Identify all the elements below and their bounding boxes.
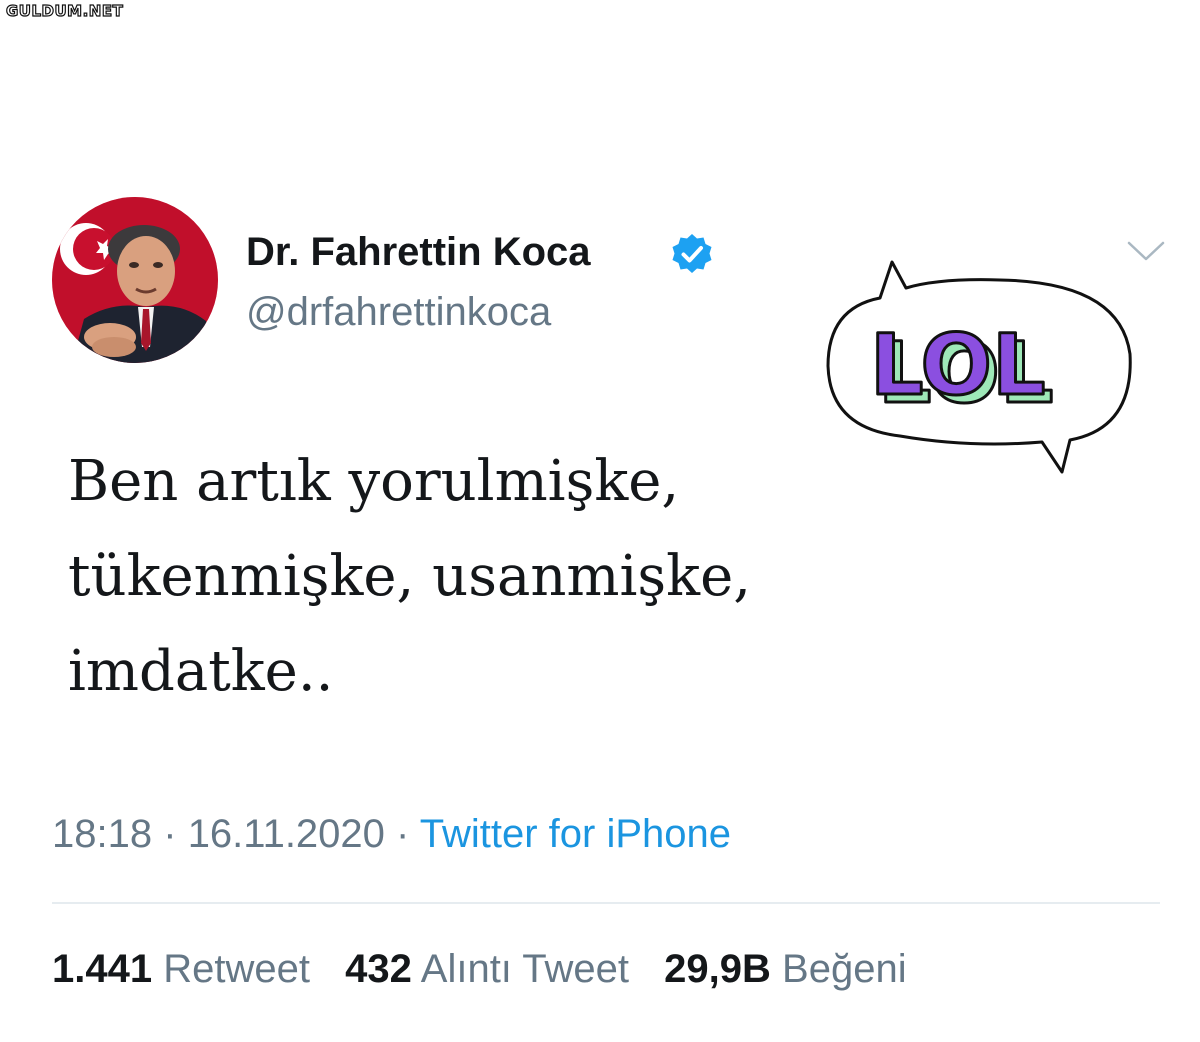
sticker-text: LOL — [870, 316, 1045, 414]
retweet-label: Retweet — [163, 947, 310, 991]
meta-separator: · — [396, 812, 410, 856]
retweet-number: 1.441 — [52, 947, 153, 991]
quote-tweet-number: 432 — [345, 947, 412, 991]
tweet-meta: 18:18 · 16.11.2020 · Twitter for iPhone — [52, 810, 731, 858]
tweet-date[interactable]: 16.11.2020 — [188, 812, 385, 856]
profile-photo-icon — [52, 197, 218, 363]
tweet-screenshot: GULDUM.NET Dr. Fahrettin Koca @drfahrett… — [0, 0, 1200, 1042]
like-number: 29,9B — [664, 947, 771, 991]
divider — [52, 902, 1160, 904]
verified-badge-icon — [672, 234, 712, 273]
tweet-time[interactable]: 18:18 — [52, 812, 152, 856]
tweet-text-line: tükenmişke, usanmişke, — [68, 544, 752, 610]
meta-separator: · — [163, 812, 177, 856]
tweet-text: Ben artık yorulmişke, tükenmişke, usanmi… — [68, 434, 888, 720]
display-name[interactable]: Dr. Fahrettin Koca — [246, 228, 591, 276]
quote-tweet-count[interactable]: 432 Alıntı Tweet — [345, 945, 629, 993]
tweet-text-line: Ben artık yorulmişke, — [68, 449, 680, 514]
tweet-source-link[interactable]: Twitter for iPhone — [420, 812, 731, 856]
tweet-stats: 1.441 Retweet 432 Alıntı Tweet 29,9B Beğ… — [52, 945, 931, 993]
user-handle[interactable]: @drfahrettinkoca — [246, 288, 551, 336]
watermark-logo: GULDUM.NET — [5, 2, 124, 20]
avatar[interactable] — [52, 197, 218, 363]
quote-tweet-label: Alıntı Tweet — [420, 947, 630, 991]
tweet-text-line: imdatke.. — [68, 639, 334, 705]
like-count[interactable]: 29,9B Beğeni — [664, 945, 906, 993]
like-label: Beğeni — [782, 947, 907, 991]
retweet-count[interactable]: 1.441 Retweet — [52, 945, 310, 993]
